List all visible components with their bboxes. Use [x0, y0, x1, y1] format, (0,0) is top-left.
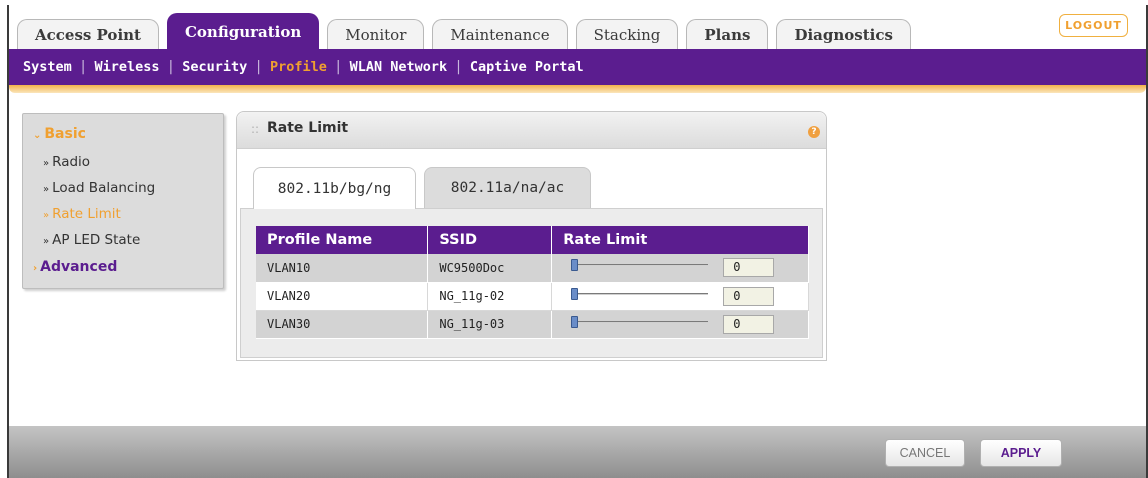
drag-grip-icon: :: — [251, 122, 260, 136]
tab-diagnostics[interactable]: Diagnostics — [776, 19, 911, 49]
table-header-row: Profile Name SSID Rate Limit — [256, 226, 809, 254]
menu-item-label: Rate Limit — [52, 206, 121, 222]
profile-name-cell: VLAN20 — [256, 282, 429, 311]
rate-limit-input[interactable]: 0 — [723, 314, 775, 334]
table-row: VLAN20 NG_11g-02 0 — [256, 282, 809, 311]
tab-stacking[interactable]: Stacking — [575, 19, 679, 49]
tab-configuration[interactable]: Configuration — [166, 13, 320, 49]
menu-basic[interactable]: ⌄ Basic — [33, 126, 86, 142]
header-accent-stripe — [9, 85, 1146, 93]
column-header-profile-name: Profile Name — [256, 226, 429, 254]
subnav-captive-portal[interactable]: Captive Portal — [470, 59, 584, 75]
ssid-cell: WC9500Doc — [427, 254, 553, 283]
top-tab-bar: Access Point Configuration Monitor Maint… — [17, 13, 919, 49]
rate-limit-cell: 0 — [551, 310, 809, 339]
subnav-security[interactable]: Security — [182, 59, 247, 75]
chevron-right-icon: › — [33, 263, 38, 274]
double-chevron-icon: » — [43, 236, 50, 247]
double-chevron-icon: » — [43, 210, 50, 221]
rate-limit-slider[interactable] — [571, 259, 709, 271]
profile-name-cell: VLAN30 — [256, 310, 429, 339]
menu-advanced-label: Advanced — [40, 259, 118, 275]
tab-802-11b-bg-ng[interactable]: 802.11b/bg/ng — [253, 167, 416, 209]
menu-item-radio[interactable]: » Radio — [43, 154, 90, 170]
subnav-separator: | — [335, 59, 341, 75]
menu-item-ap-led-state[interactable]: » AP LED State — [43, 232, 140, 248]
ssid-cell: NG_11g-02 — [427, 282, 553, 311]
cancel-button[interactable]: CANCEL — [885, 439, 965, 467]
double-chevron-icon: » — [43, 184, 50, 195]
double-chevron-icon: » — [43, 158, 50, 169]
rate-limit-table: Profile Name SSID Rate Limit VLAN10 WC95… — [256, 226, 809, 339]
menu-item-rate-limit[interactable]: » Rate Limit — [43, 206, 121, 222]
tab-monitor[interactable]: Monitor — [327, 19, 425, 49]
table-row: VLAN10 WC9500Doc 0 — [256, 254, 809, 283]
tab-access-point[interactable]: Access Point — [17, 19, 159, 49]
menu-advanced[interactable]: › Advanced — [33, 259, 117, 275]
panel-title: Rate Limit — [267, 120, 349, 136]
ssid-cell: NG_11g-03 — [427, 310, 553, 339]
subnav-separator: | — [456, 59, 461, 75]
slider-track — [571, 292, 709, 295]
column-header-ssid: SSID — [427, 226, 553, 254]
subnav-separator: | — [168, 59, 174, 75]
logout-button[interactable]: LOGOUT — [1059, 14, 1128, 37]
rate-limit-cell: 0 — [551, 282, 809, 311]
slider-handle[interactable] — [571, 315, 579, 328]
rate-limit-cell: 0 — [551, 254, 809, 283]
sub-nav-bar: System | Wireless | Security | Profile |… — [9, 49, 1146, 85]
tab-content: Profile Name SSID Rate Limit VLAN10 WC95… — [240, 208, 823, 358]
tab-maintenance[interactable]: Maintenance — [432, 19, 568, 49]
slider-handle[interactable] — [571, 259, 579, 271]
subnav-system[interactable]: System — [23, 59, 72, 75]
left-menu: ⌄ Basic » Radio » Load Balancing » Rate Limi… — [22, 113, 224, 289]
menu-basic-label: Basic — [44, 126, 86, 142]
rate-limit-slider[interactable] — [571, 287, 709, 300]
subnav-separator: | — [256, 59, 261, 75]
profile-name-cell: VLAN10 — [256, 254, 429, 283]
slider-handle[interactable] — [571, 287, 579, 300]
menu-item-label: AP LED State — [52, 232, 141, 248]
tab-plans[interactable]: Plans — [686, 19, 769, 49]
chevron-down-icon: ⌄ — [33, 130, 42, 141]
menu-item-label: Radio — [52, 154, 91, 170]
slider-track — [571, 264, 709, 266]
slider-track — [571, 320, 709, 323]
rate-limit-input[interactable]: 0 — [723, 286, 775, 306]
apply-button[interactable]: APPLY — [980, 439, 1062, 467]
menu-item-load-balancing[interactable]: » Load Balancing — [43, 180, 155, 196]
rate-limit-input[interactable]: 0 — [723, 258, 775, 277]
help-icon[interactable]: ? — [808, 126, 820, 138]
subnav-separator: | — [80, 59, 86, 75]
rate-limit-panel: :: Rate Limit ? 802.11b/bg/ng 802.11a/na… — [236, 111, 827, 361]
panel-header: :: Rate Limit ? — [237, 112, 826, 149]
column-header-rate-limit: Rate Limit — [551, 226, 809, 254]
tab-802-11a-na-ac[interactable]: 802.11a/na/ac — [424, 167, 591, 208]
subnav-profile[interactable]: Profile — [270, 59, 327, 75]
rate-limit-slider[interactable] — [571, 315, 709, 328]
table-row: VLAN30 NG_11g-03 0 — [256, 310, 809, 339]
menu-item-label: Load Balancing — [52, 180, 156, 196]
subnav-wireless[interactable]: Wireless — [95, 59, 160, 75]
subnav-wlan-network[interactable]: WLAN Network — [350, 59, 448, 75]
footer-bar: CANCEL APPLY — [9, 426, 1146, 478]
